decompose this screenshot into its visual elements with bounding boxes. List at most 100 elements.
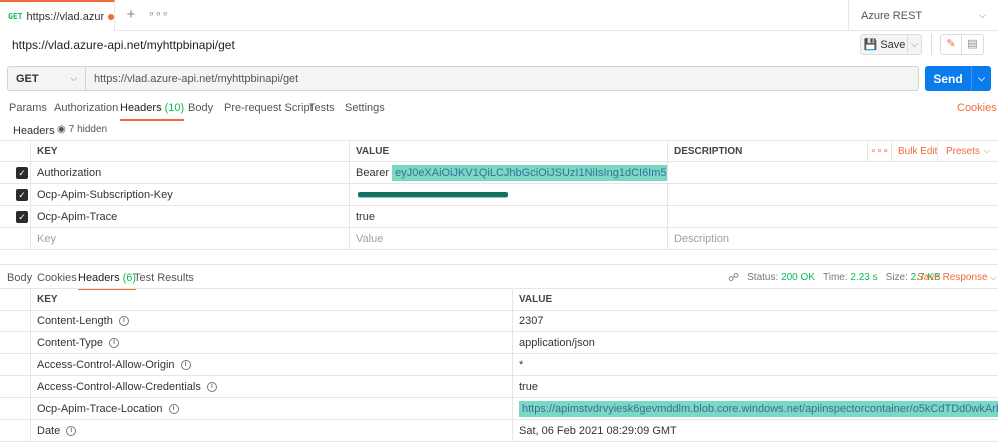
more-tabs-icon[interactable]: ∘∘∘: [148, 8, 169, 20]
tab-authorization[interactable]: Authorization: [54, 102, 118, 114]
redacted-value: [358, 192, 508, 197]
header-description[interactable]: [668, 206, 998, 228]
table-row-checkbox-cell: ✓: [0, 206, 31, 228]
bulk-edit-button[interactable]: Bulk Edit: [892, 141, 938, 162]
response-header-value[interactable]: *: [513, 354, 998, 376]
key-column-header: KEY: [31, 289, 513, 311]
save-label: Save: [880, 38, 906, 51]
bearer-prefix: Bearer: [356, 166, 393, 179]
response-headers-table: KEY VALUE: [0, 288, 998, 311]
token-value: eyJ0eXAiOiJKV1QiLCJhbGciOiJSUzI1NiIsIng1…: [392, 164, 667, 181]
header-key[interactable]: Authorization: [31, 162, 350, 184]
value-column-header: VALUE: [350, 141, 668, 162]
header-value[interactable]: [350, 184, 668, 206]
response-header-key: Date i: [31, 420, 513, 442]
hidden-headers-toggle[interactable]: ◉ 7 hidden: [57, 124, 107, 135]
status-info[interactable]: Status: 200 OK: [747, 272, 815, 283]
response-meta: ☍ Status: 200 OK Time: 2.23 s Size: 2.7 …: [728, 271, 941, 284]
chevron-down-icon: ⌵: [983, 146, 990, 155]
tab-headers[interactable]: Headers (10): [120, 102, 185, 121]
row-checkbox[interactable]: ✓: [16, 189, 28, 201]
row-checkbox[interactable]: ✓: [16, 167, 28, 179]
header-value[interactable]: Bearer eyJ0eXAiOiJKV1QiLCJhbGciOiJSUzI1N…: [350, 162, 668, 184]
new-key-input[interactable]: Key: [31, 228, 350, 250]
save-button[interactable]: 💾 Save ⌵: [860, 34, 922, 55]
send-button[interactable]: Send ⌵: [925, 66, 991, 91]
pencil-icon[interactable]: ✎: [940, 34, 962, 55]
key-text: Access-Control-Allow-Credentials: [37, 380, 201, 393]
info-icon[interactable]: i: [180, 359, 191, 370]
info-icon[interactable]: i: [206, 381, 217, 392]
key-text: Content-Type: [37, 336, 104, 349]
request-tab[interactable]: GET https://vlad.azure-...: [0, 0, 115, 31]
table-row-spacer: [0, 398, 31, 420]
chevron-down-icon[interactable]: ⌵: [907, 35, 921, 54]
value-text: application/json: [519, 336, 595, 349]
response-headers-label: Headers: [78, 272, 120, 284]
tab-headers-label: Headers: [120, 102, 162, 114]
response-divider: [0, 264, 998, 265]
table-row-spacer: [0, 354, 31, 376]
tab-method: GET: [8, 12, 23, 21]
save-response-button[interactable]: Save Response ⌵: [917, 272, 996, 283]
tab-params[interactable]: Params: [9, 102, 47, 114]
tab-prerequest-script[interactable]: Pre-request Script: [224, 102, 313, 114]
header-description[interactable]: [668, 162, 998, 184]
response-header-value[interactable]: true: [513, 376, 998, 398]
value-text: *: [519, 358, 524, 371]
info-icon[interactable]: i: [66, 425, 77, 436]
key-text: Ocp-Apim-Trace-Location: [37, 402, 163, 415]
table-row-checkbox-cell: ✓: [0, 162, 31, 184]
cookies-link[interactable]: Cookies: [957, 102, 997, 114]
more-options-icon[interactable]: ∘∘∘: [868, 141, 892, 162]
info-icon[interactable]: i: [168, 403, 179, 414]
description-column-header: DESCRIPTION: [668, 141, 868, 162]
save-response-label: Save Response: [917, 272, 988, 283]
table-row-checkbox-cell: ✓: [0, 184, 31, 206]
value-text: 2307: [519, 314, 544, 327]
status-code: 200 OK: [781, 272, 815, 283]
tab-body[interactable]: Body: [188, 102, 213, 114]
response-tab-test-results[interactable]: Test Results: [134, 272, 194, 284]
headers-section-label: Headers: [13, 125, 55, 137]
response-header-key: Access-Control-Allow-Origin i: [31, 354, 513, 376]
response-header-value[interactable]: 2307: [513, 310, 998, 332]
row-checkbox[interactable]: ✓: [16, 211, 28, 223]
presets-dropdown[interactable]: Presets ⌵: [938, 141, 998, 162]
comment-icon[interactable]: ▤: [962, 34, 984, 55]
spacer-column: [0, 289, 31, 311]
new-value-input[interactable]: Value: [350, 228, 668, 250]
response-header-value[interactable]: https://apimstvdrvyiesk6gevmddlm.blob.co…: [513, 398, 998, 420]
value-text: true: [519, 380, 538, 393]
info-icon[interactable]: i: [118, 315, 129, 326]
header-key[interactable]: Ocp-Apim-Trace: [31, 206, 350, 228]
response-tab-cookies[interactable]: Cookies: [37, 272, 77, 284]
table-row-spacer: [0, 420, 31, 442]
url-input[interactable]: [85, 66, 919, 91]
value-text: Sat, 06 Feb 2021 08:29:09 GMT: [519, 424, 677, 437]
response-time: 2.23 s: [850, 272, 878, 283]
value-text: https://apimstvdrvyiesk6gevmddlm.blob.co…: [519, 400, 998, 417]
response-header-key: Content-Type i: [31, 332, 513, 354]
header-key[interactable]: Ocp-Apim-Subscription-Key: [31, 184, 350, 206]
tab-title: https://vlad.azure-...: [26, 10, 105, 23]
header-description[interactable]: [668, 184, 998, 206]
header-value[interactable]: true: [350, 206, 668, 228]
response-tab-body[interactable]: Body: [7, 272, 32, 284]
chevron-down-icon: ⌵: [70, 73, 77, 83]
new-description-input[interactable]: Description: [668, 228, 998, 250]
table-row-spacer: [0, 310, 31, 332]
request-title[interactable]: https://vlad.azure-api.net/myhttpbinapi/…: [12, 38, 235, 52]
time-info[interactable]: Time: 2.23 s: [823, 272, 878, 283]
value-column-header: VALUE: [513, 289, 998, 311]
method-select[interactable]: GET ⌵: [7, 66, 85, 91]
tab-tests[interactable]: Tests: [309, 102, 335, 114]
info-icon[interactable]: i: [109, 337, 120, 348]
new-tab-button[interactable]: +: [124, 7, 138, 23]
chevron-down-icon[interactable]: ⌵: [971, 66, 991, 91]
tab-settings[interactable]: Settings: [345, 102, 385, 114]
request-headers-table: KEY VALUE DESCRIPTION ∘∘∘ Bulk Edit Pres…: [0, 140, 998, 250]
response-header-value[interactable]: Sat, 06 Feb 2021 08:29:09 GMT: [513, 420, 998, 442]
response-header-value[interactable]: application/json: [513, 332, 998, 354]
environment-select[interactable]: Azure REST ⌵: [848, 0, 998, 31]
